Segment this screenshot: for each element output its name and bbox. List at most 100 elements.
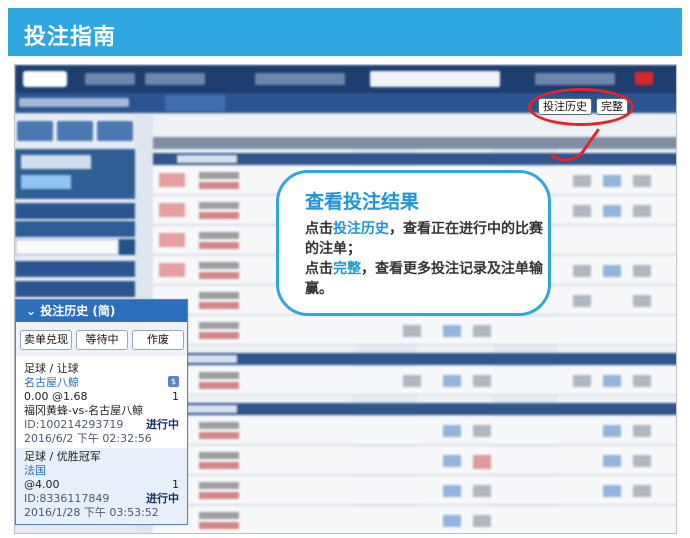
- team-name: [199, 262, 239, 269]
- sub-tab: [165, 95, 225, 111]
- team-name: [199, 292, 239, 299]
- bet-history-header[interactable]: ⌄ 投注历史 (简): [16, 300, 187, 322]
- odds-cell: [603, 485, 621, 497]
- odds-cell: [573, 265, 591, 277]
- guide-page: 投注指南 投注历史 完整 查看投注结果 点击投注历史，查看正在进行中的比赛的注单…: [0, 0, 690, 538]
- callout-body: 点击投注历史，查看正在进行中的比赛的注单； 点击完整，查看更多投注记录及注单输赢…: [305, 219, 545, 299]
- odds-cell: [473, 455, 491, 469]
- nav-search: [370, 71, 500, 87]
- bet-item[interactable]: 足球 / 优胜冠军 法国 @4.00 1 ID:8336117849 进行中 201…: [16, 448, 187, 524]
- odds-cell: [403, 375, 421, 387]
- odds-cell: [473, 515, 491, 527]
- left-tab: [97, 121, 133, 141]
- bet-id: ID:8336117849: [24, 492, 110, 505]
- callout-text: 点击: [305, 221, 333, 237]
- odds-cell: [443, 325, 461, 337]
- nav-button: [535, 73, 615, 85]
- odds-cell: [443, 515, 461, 527]
- odds-cell: [443, 485, 461, 497]
- team-name: [199, 382, 239, 389]
- odds-cell: [443, 455, 461, 467]
- live-tag: [159, 263, 185, 277]
- match-row: [153, 367, 676, 395]
- odds-cell: [603, 205, 621, 217]
- team-name: [199, 212, 239, 219]
- match-row: [153, 317, 676, 345]
- team-name: [199, 372, 239, 379]
- left-search-button: [119, 239, 135, 255]
- bet-status: 进行中: [146, 492, 179, 505]
- odds-cell: [603, 425, 621, 437]
- league-row: [153, 403, 676, 415]
- league-row: [153, 353, 676, 365]
- chevron-down-icon: ⌄: [26, 304, 37, 318]
- banner-text: [21, 175, 71, 189]
- bet-history-title: 投注历史 (简): [40, 304, 116, 318]
- nav-button: [255, 73, 345, 85]
- odds-cell: [573, 175, 591, 187]
- team-name: [199, 432, 239, 439]
- odds-cell: [473, 325, 491, 337]
- bet-item[interactable]: 足球 / 让球 名古屋八鲸 $ 0.00 @1.68 1 福冈黄蜂-vs-名古屋八鲸…: [16, 360, 187, 448]
- bet-history-tabs: 卖单兑现 等待中 作废: [16, 322, 187, 356]
- bet-selection: 名古屋八鲸: [24, 376, 79, 389]
- callout-bubble: 查看投注结果 点击投注历史，查看正在进行中的比赛的注单； 点击完整，查看更多投注…: [276, 170, 551, 316]
- header-bar: 投注指南: [8, 8, 682, 56]
- team-name: [199, 182, 239, 189]
- bet-odds: @4.00: [24, 478, 60, 491]
- odds-cell: [473, 425, 491, 437]
- bet-time: 2016/1/28 下午 03:53:52: [24, 506, 159, 519]
- odds-cell: [633, 485, 651, 497]
- odds-cell: [403, 325, 421, 337]
- match-row: [153, 507, 676, 533]
- odds-cell: [603, 265, 621, 277]
- flag-icon: [635, 72, 653, 85]
- bet-selection: 法国: [24, 464, 46, 477]
- left-row: [15, 203, 135, 219]
- left-row: [15, 281, 135, 297]
- bet-match: 福冈黄蜂-vs-名古屋八鲸: [24, 404, 144, 417]
- team-name: [199, 482, 239, 489]
- odds-cell: [603, 175, 621, 187]
- tab-void[interactable]: 作废: [132, 330, 184, 350]
- callout-title: 查看投注结果: [305, 191, 420, 213]
- bet-type: 足球 / 优胜冠军: [24, 450, 101, 463]
- odds-cell: [573, 295, 591, 307]
- live-tag: [159, 233, 185, 247]
- odds-cell: [603, 455, 621, 467]
- tab-cashout[interactable]: 卖单兑现: [20, 330, 72, 350]
- cashout-icon[interactable]: $: [168, 376, 179, 387]
- odds-cell: [633, 425, 651, 437]
- site-logo: [23, 71, 67, 87]
- bet-type: 足球 / 让球: [24, 362, 79, 375]
- live-tag: [159, 203, 185, 217]
- bet-history-panel: ⌄ 投注历史 (简) 卖单兑现 等待中 作废 足球 / 让球 名古屋八鲸 $ 0.…: [15, 299, 188, 525]
- banner-text: [21, 155, 91, 169]
- odds-cell: [633, 175, 651, 187]
- team-name: [199, 332, 239, 339]
- odds-cell: [573, 205, 591, 217]
- odds-cell: [633, 455, 651, 467]
- team-name: [199, 202, 239, 209]
- bet-status: 进行中: [146, 418, 179, 431]
- left-tab: [57, 121, 93, 141]
- left-search-input: [15, 239, 119, 255]
- nav-button: [85, 73, 135, 85]
- nav-button: [145, 73, 205, 85]
- callout-text: 点击: [305, 261, 333, 277]
- left-row: [15, 261, 135, 277]
- odds-cell: [633, 265, 651, 277]
- odds-cell: [473, 375, 491, 387]
- clock-text: [19, 98, 129, 107]
- match-row: [153, 447, 676, 475]
- tab-pending[interactable]: 等待中: [76, 330, 128, 350]
- league-row: [153, 153, 676, 165]
- bet-stake: 1: [172, 390, 179, 403]
- team-name: [199, 302, 239, 309]
- team-name: [199, 522, 239, 529]
- bet-odds: 0.00 @1.68: [24, 390, 88, 403]
- odds-cell: [603, 375, 621, 387]
- odds-cell: [443, 425, 461, 437]
- team-name: [199, 422, 239, 429]
- team-name: [199, 512, 239, 519]
